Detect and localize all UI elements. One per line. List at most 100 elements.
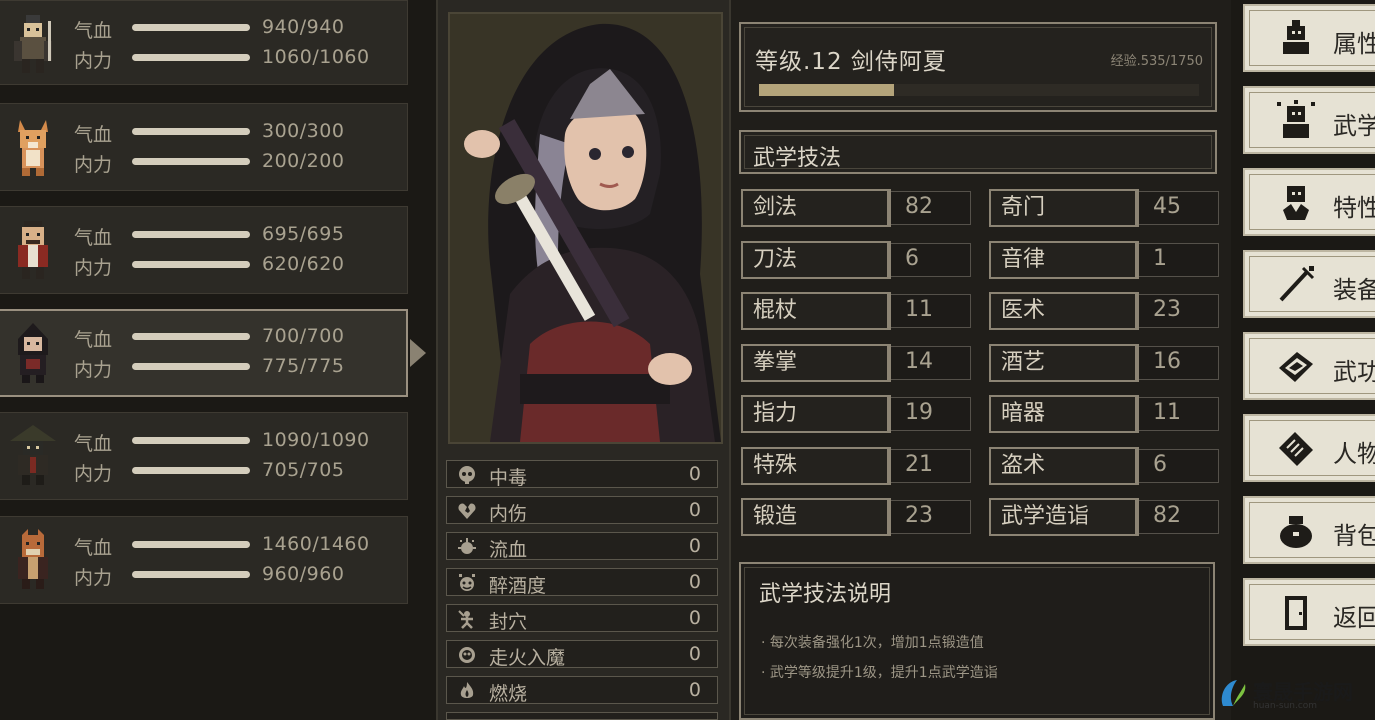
skill-name: 暗器 bbox=[989, 395, 1139, 433]
party-member-card[interactable]: 气血 1090/1090 内力 705/705 bbox=[0, 412, 408, 500]
info-panel: 等级.12 剑侍阿夏 经验.535/1750 武学技法 剑法 82 奇门 45 刀法 6 音… bbox=[731, 0, 1231, 720]
level-and-name: 等级.12 剑侍阿夏 bbox=[755, 49, 947, 75]
experience-text: 经验.535/1750 bbox=[1110, 54, 1203, 69]
skill-value: 21 bbox=[891, 448, 971, 483]
status-row-drunk: 醉酒度 0 bbox=[446, 568, 718, 597]
hooded-swordswoman-illustration bbox=[450, 14, 721, 442]
status-row-qi-deviation: 走火入魔 0 bbox=[446, 640, 718, 669]
skill-name: 锻造 bbox=[741, 498, 891, 536]
status-name: 封穴 bbox=[489, 611, 528, 633]
tab-inventory[interactable]: 背包 bbox=[1243, 496, 1375, 564]
mp-row: 内力 775/775 bbox=[74, 355, 394, 381]
skill-value: 6 bbox=[891, 242, 971, 277]
skill-value: 11 bbox=[891, 294, 971, 328]
party-member-card[interactable]: 气血 300/300 内力 200/200 bbox=[0, 103, 408, 191]
skill-cell[interactable]: 棍杖 11 bbox=[741, 292, 971, 330]
scroll-icon bbox=[1279, 432, 1313, 466]
skill-cell[interactable]: 刀法 6 bbox=[741, 240, 971, 279]
skill-name: 剑法 bbox=[741, 189, 891, 227]
description-line: · 每次装备强化1次，增加1点锻造值 bbox=[761, 635, 984, 651]
mp-value: 620/620 bbox=[262, 253, 345, 275]
tab-attributes[interactable]: 属性 bbox=[1243, 4, 1375, 72]
status-name: 走火入魔 bbox=[489, 647, 566, 669]
status-value: 0 bbox=[688, 643, 701, 665]
skill-cell[interactable]: 锻造 23 bbox=[741, 498, 971, 536]
skill-name: 医术 bbox=[989, 292, 1139, 330]
skill-cell[interactable]: 盗术 6 bbox=[989, 446, 1219, 485]
status-row-partial bbox=[446, 712, 718, 720]
experience-bar bbox=[759, 84, 1199, 96]
hp-row: 气血 1460/1460 bbox=[74, 533, 394, 559]
skill-name: 盗术 bbox=[989, 446, 1139, 485]
mp-row: 内力 705/705 bbox=[74, 459, 394, 485]
tab-return[interactable]: 返回 bbox=[1243, 578, 1375, 646]
skills-title: 武学技法 bbox=[753, 146, 842, 171]
hp-bar bbox=[132, 437, 250, 444]
mp-bar bbox=[132, 467, 250, 474]
hp-bar bbox=[132, 24, 250, 31]
door-icon bbox=[1285, 596, 1307, 630]
skill-name: 拳掌 bbox=[741, 343, 891, 382]
status-name: 内伤 bbox=[489, 503, 528, 525]
tab-label: 返回 bbox=[1333, 604, 1375, 632]
flame-icon bbox=[460, 682, 474, 698]
tab-traits[interactable]: 特性 bbox=[1243, 168, 1375, 236]
skill-cell[interactable]: 奇门 45 bbox=[989, 189, 1219, 227]
mp-value: 960/960 bbox=[262, 563, 345, 585]
mp-bar bbox=[132, 571, 250, 578]
skill-cell[interactable]: 酒艺 16 bbox=[989, 343, 1219, 382]
skill-cell[interactable]: 剑法 82 bbox=[741, 189, 971, 227]
monk-avatar-icon bbox=[18, 529, 48, 589]
status-row-bleed: 流血 0 bbox=[446, 532, 718, 561]
skill-cell[interactable]: 指力 19 bbox=[741, 395, 971, 433]
skill-value: 82 bbox=[891, 191, 971, 225]
skill-value: 1 bbox=[1139, 242, 1219, 277]
skill-cell[interactable]: 音律 1 bbox=[989, 240, 1219, 279]
tab-characters[interactable]: 人物 bbox=[1243, 414, 1375, 482]
mp-value: 1060/1060 bbox=[262, 46, 370, 68]
experience-bar-fill bbox=[759, 84, 894, 96]
tab-equipment[interactable]: 装备 bbox=[1243, 250, 1375, 318]
tab-label: 背包 bbox=[1333, 522, 1375, 550]
mp-value: 705/705 bbox=[262, 459, 345, 481]
tab-label: 装备 bbox=[1333, 276, 1375, 304]
hp-row: 气血 695/695 bbox=[74, 223, 394, 249]
skill-cell[interactable]: 拳掌 14 bbox=[741, 343, 971, 382]
hp-bar bbox=[132, 541, 250, 548]
skill-cell[interactable]: 特殊 21 bbox=[741, 446, 971, 485]
tab-martial-arts[interactable]: 武学 bbox=[1243, 86, 1375, 154]
skill-value: 16 bbox=[1139, 345, 1219, 380]
skill-value: 11 bbox=[1139, 397, 1219, 431]
party-member-card[interactable]: 气血 940/940 内力 1060/1060 bbox=[0, 0, 408, 85]
hp-value: 700/700 bbox=[262, 325, 345, 347]
tab-label: 属性 bbox=[1333, 30, 1375, 58]
mp-label: 内力 bbox=[74, 50, 113, 72]
skill-name: 武学造诣 bbox=[989, 498, 1139, 536]
skill-name: 音律 bbox=[989, 240, 1139, 279]
party-member-card[interactable]: 气血 1460/1460 内力 960/960 bbox=[0, 516, 408, 604]
party-member-card-selected[interactable]: 气血 700/700 内力 775/775 bbox=[0, 309, 426, 397]
status-row-burn: 燃烧 0 bbox=[446, 676, 718, 705]
description-line: · 武学等级提升1级，提升1点武学造诣 bbox=[761, 665, 998, 681]
sword-icon bbox=[1279, 266, 1315, 302]
party-list: 气血 940/940 内力 1060/1060 气血 300/300 内力 20… bbox=[0, 0, 430, 720]
skill-cell[interactable]: 武学造诣 82 bbox=[989, 498, 1219, 536]
blood-icon bbox=[458, 538, 476, 554]
skill-name: 指力 bbox=[741, 395, 891, 433]
status-row-internal-injury: 内伤 0 bbox=[446, 496, 718, 525]
skill-cell[interactable]: 暗器 11 bbox=[989, 395, 1219, 433]
tab-label: 人物 bbox=[1333, 440, 1375, 468]
skill-name: 特殊 bbox=[741, 446, 891, 485]
party-member-card[interactable]: 气血 695/695 内力 620/620 bbox=[0, 206, 408, 294]
hp-row: 气血 940/940 bbox=[74, 16, 394, 42]
hp-row: 气血 700/700 bbox=[74, 325, 394, 351]
hp-label: 气血 bbox=[74, 433, 113, 455]
skill-value: 82 bbox=[1139, 500, 1219, 534]
skill-cell[interactable]: 医术 23 bbox=[989, 292, 1219, 330]
tab-skills-book[interactable]: 武功 bbox=[1243, 332, 1375, 400]
status-value: 0 bbox=[688, 607, 701, 629]
status-value: 0 bbox=[688, 463, 701, 485]
skill-value: 6 bbox=[1139, 448, 1219, 483]
skill-name: 酒艺 bbox=[989, 343, 1139, 382]
mp-row: 内力 620/620 bbox=[74, 253, 394, 279]
